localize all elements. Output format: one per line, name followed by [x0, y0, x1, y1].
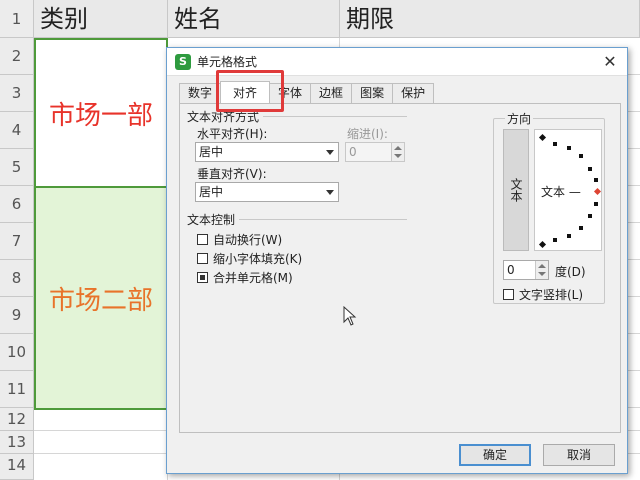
vertical-text-button[interactable]: 文本: [503, 129, 529, 251]
stepper-buttons[interactable]: [535, 261, 548, 279]
indent-stepper[interactable]: 0: [345, 142, 405, 162]
shrink-to-fit-checkbox[interactable]: 缩小字体填充(K): [197, 250, 302, 267]
row-header-3[interactable]: 3: [0, 75, 34, 112]
dial-marker: [588, 214, 592, 218]
dial-marker: [538, 133, 547, 142]
shrink-to-fit-label: 缩小字体填充(K): [213, 252, 303, 266]
merged-cell-market-1[interactable]: 市场一部: [34, 38, 168, 188]
row-header-11[interactable]: 11: [0, 371, 34, 408]
chevron-down-icon: [326, 150, 334, 155]
close-icon[interactable]: ✕: [601, 53, 619, 71]
dial-pointer[interactable]: [593, 187, 602, 196]
indent-label: 缩进(I):: [347, 127, 388, 141]
text-control-group-title: 文本控制: [187, 213, 236, 227]
horizontal-align-value: 居中: [199, 145, 224, 159]
ok-button[interactable]: 确定: [459, 444, 531, 466]
row-header-10[interactable]: 10: [0, 334, 34, 371]
dialog-title: 单元格格式: [197, 55, 258, 69]
degree-value: 0: [507, 263, 515, 277]
chevron-down-icon: [394, 154, 402, 158]
row-header-2[interactable]: 2: [0, 38, 34, 75]
chevron-up-icon: [394, 146, 402, 150]
orientation-dial[interactable]: 文本 —: [534, 129, 602, 251]
checkbox-box: [503, 289, 514, 300]
checkbox-box: [197, 253, 208, 264]
tab-border[interactable]: 边框: [310, 83, 353, 103]
column-header-b[interactable]: 姓名: [168, 0, 340, 38]
row-header-7[interactable]: 7: [0, 223, 34, 260]
wrap-text-label: 自动换行(W): [213, 233, 283, 247]
row-header-8[interactable]: 8: [0, 260, 34, 297]
vertical-text-checkbox[interactable]: 文字竖排(L): [503, 286, 583, 303]
cancel-button[interactable]: 取消: [543, 444, 615, 466]
horizontal-align-select[interactable]: 居中: [195, 142, 339, 162]
column-header-c[interactable]: 期限: [340, 0, 640, 38]
column-header-a[interactable]: 类别: [34, 0, 168, 38]
tab-protection[interactable]: 保护: [392, 83, 435, 103]
merge-cells-checkbox[interactable]: 合并单元格(M): [197, 269, 293, 286]
dial-marker: [567, 146, 571, 150]
row-header-9[interactable]: 9: [0, 297, 34, 334]
degree-stepper[interactable]: 0: [503, 260, 549, 280]
row-header-1[interactable]: 1: [0, 0, 34, 38]
chevron-down-icon: [538, 272, 546, 276]
row-header-6[interactable]: 6: [0, 186, 34, 223]
group-separator: [263, 116, 407, 117]
tab-highlight-annotation: [216, 70, 284, 112]
row-header-14[interactable]: 14: [0, 454, 34, 480]
tab-number[interactable]: 数字: [179, 83, 222, 103]
dial-marker: [579, 226, 583, 230]
chevron-up-icon: [538, 264, 546, 268]
dial-marker: [538, 240, 547, 249]
vertical-align-value: 居中: [199, 185, 224, 199]
row-header-12[interactable]: 12: [0, 408, 34, 431]
dial-marker: [553, 238, 557, 242]
stepper-buttons[interactable]: [391, 143, 404, 161]
mouse-cursor-icon: [343, 306, 357, 326]
dial-marker: [594, 178, 598, 182]
dial-marker: [594, 202, 598, 206]
merged-cell-market-2[interactable]: 市场二部: [34, 186, 168, 410]
orientation-group-title: 方向: [505, 110, 534, 127]
vertical-align-select[interactable]: 居中: [195, 182, 339, 202]
checkbox-box-checked: [197, 272, 208, 283]
group-separator: [239, 219, 407, 220]
row-header-13[interactable]: 13: [0, 431, 34, 454]
checkbox-box: [197, 234, 208, 245]
dial-marker: [567, 234, 571, 238]
vertical-align-label: 垂直对齐(V):: [197, 167, 267, 181]
tab-pattern[interactable]: 图案: [351, 83, 394, 103]
vertical-text-label: 文字竖排(L): [519, 288, 584, 302]
dial-label: 文本 —: [541, 185, 581, 199]
dial-marker: [553, 142, 557, 146]
degree-label: 度(D): [555, 265, 586, 279]
row-header-5[interactable]: 5: [0, 149, 34, 186]
horizontal-align-label: 水平对齐(H):: [197, 127, 268, 141]
wps-app-icon: S: [175, 53, 191, 70]
indent-value: 0: [349, 145, 357, 159]
dial-marker: [588, 167, 592, 171]
wrap-text-checkbox[interactable]: 自动换行(W): [197, 231, 282, 248]
row-header-4[interactable]: 4: [0, 112, 34, 149]
chevron-down-icon: [326, 190, 334, 195]
merge-cells-label: 合并单元格(M): [213, 271, 293, 285]
dial-marker: [579, 154, 583, 158]
